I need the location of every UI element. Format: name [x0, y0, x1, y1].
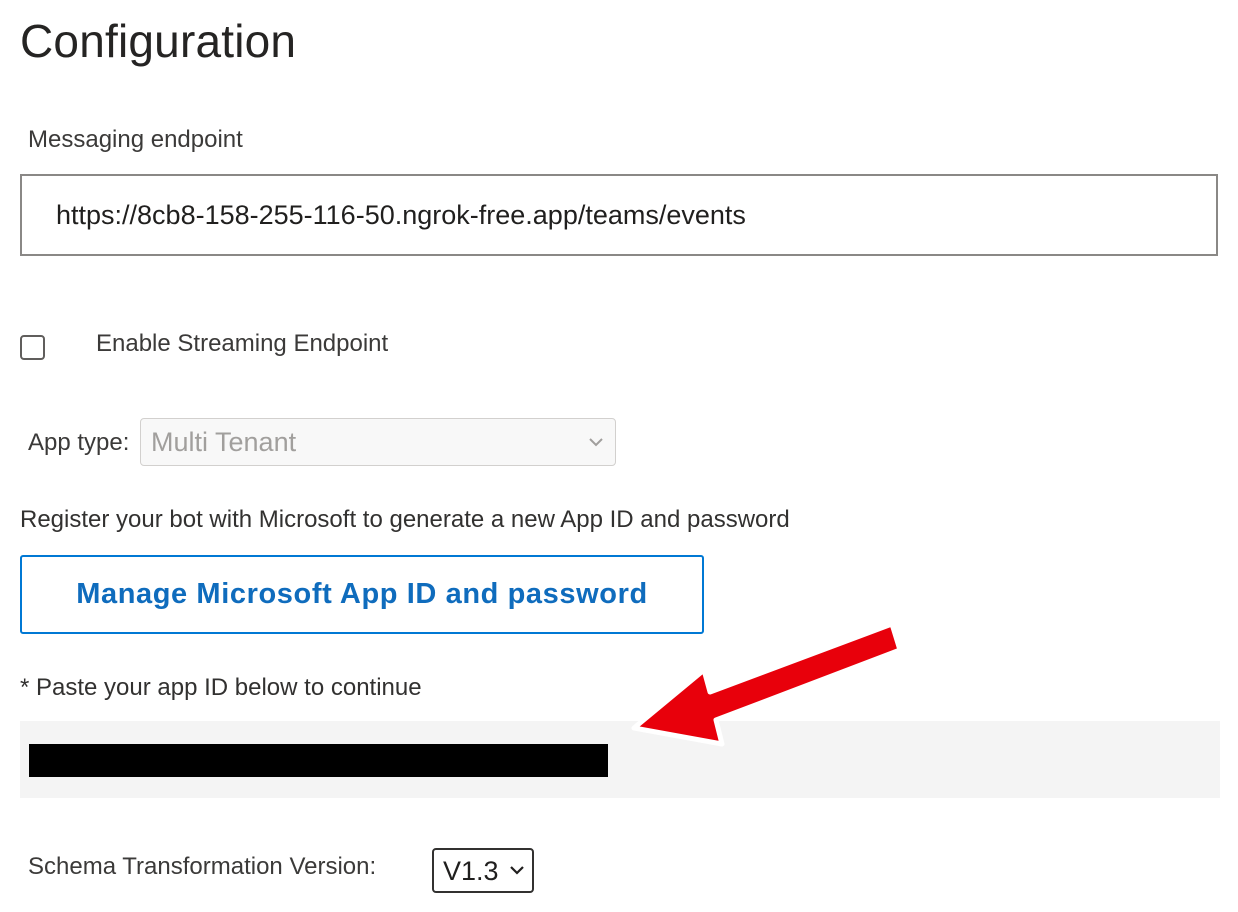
paste-app-id-instruction: * Paste your app ID below to continue [20, 674, 422, 701]
app-type-label: App type: [28, 429, 130, 456]
app-id-redaction-bar [29, 744, 608, 777]
schema-version-select[interactable]: V1.3 [432, 848, 534, 893]
schema-version-label: Schema Transformation Version: [28, 853, 377, 880]
manage-app-id-button-label: Manage Microsoft App ID and password [76, 578, 648, 610]
schema-version-selected-value: V1.3 [443, 856, 499, 886]
manage-app-id-button[interactable]: Manage Microsoft App ID and password [20, 555, 704, 634]
chevron-down-icon [589, 438, 603, 447]
register-bot-text: Register your bot with Microsoft to gene… [20, 506, 790, 533]
app-type-selected-value: Multi Tenant [151, 427, 297, 457]
app-id-field[interactable] [20, 721, 1220, 798]
app-type-select[interactable]: Multi Tenant [140, 418, 616, 466]
page-title: Configuration [20, 15, 297, 67]
messaging-endpoint-label: Messaging endpoint [28, 126, 243, 153]
enable-streaming-checkbox[interactable] [20, 335, 45, 360]
enable-streaming-label: Enable Streaming Endpoint [96, 330, 389, 357]
messaging-endpoint-input[interactable] [20, 174, 1218, 256]
chevron-down-icon [510, 866, 524, 875]
configuration-page: Configuration Messaging endpoint Enable … [0, 0, 1238, 912]
